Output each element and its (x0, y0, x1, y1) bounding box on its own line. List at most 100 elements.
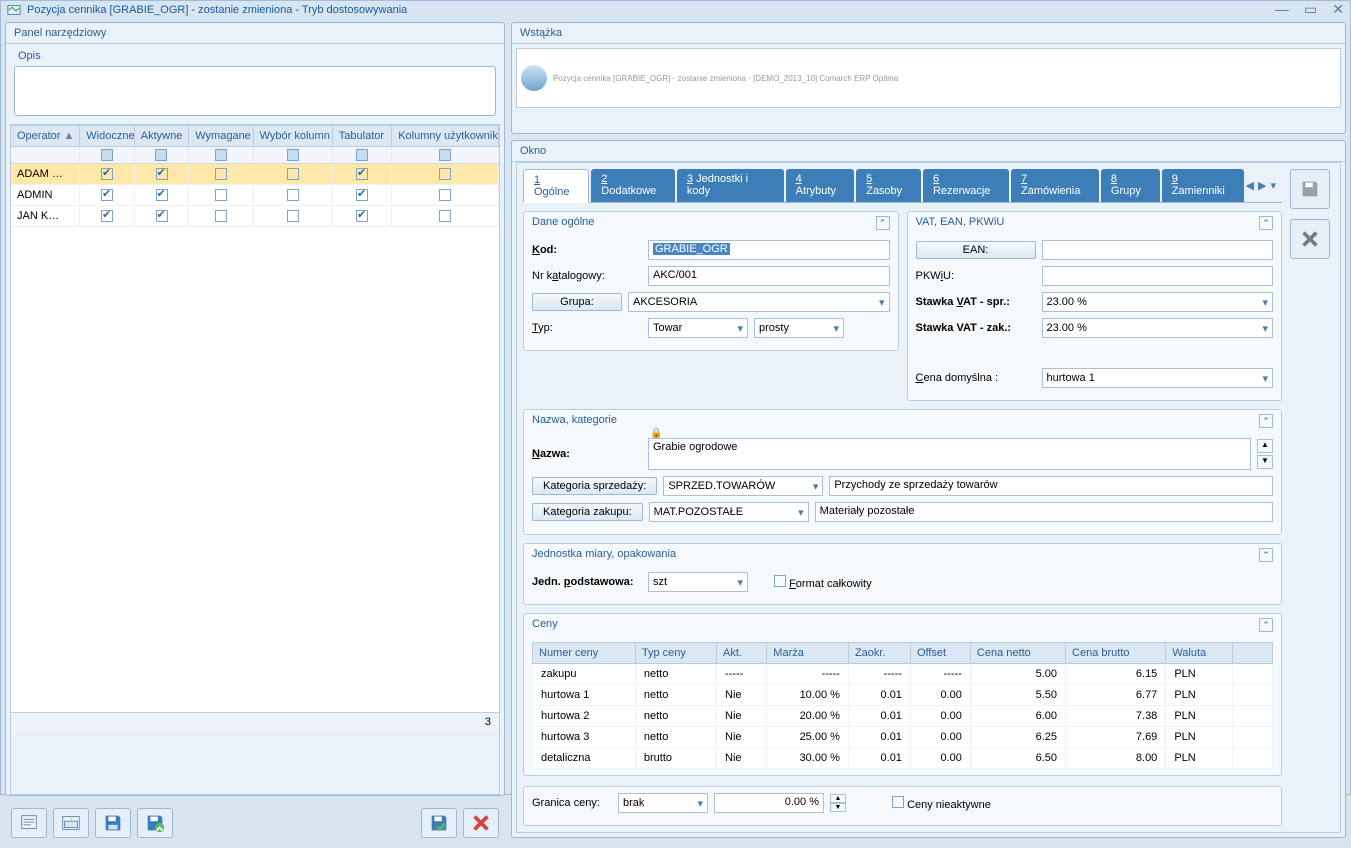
price-row[interactable]: zakupunetto--------------------5.006.15P… (533, 664, 1273, 685)
minimize-button[interactable]: — (1275, 1, 1289, 17)
filter-checkbox[interactable] (287, 149, 299, 161)
prosty-combo[interactable]: prosty (754, 318, 844, 338)
checkbox[interactable] (356, 189, 368, 201)
col-widoczne[interactable]: Widoczne (80, 126, 134, 146)
col-wybor-kolumn[interactable]: Wybór kolumn (254, 126, 333, 146)
tab-2-dodatkowe[interactable]: 2 Dodatkowe (591, 169, 675, 202)
checkbox[interactable] (101, 189, 113, 201)
checkbox[interactable] (215, 189, 227, 201)
close-button[interactable]: ✕ (1332, 1, 1344, 17)
kategoria-sprzedazy-combo[interactable]: SPRZED.TOWARÓW (663, 476, 823, 496)
collapse-icon[interactable]: ⌃ (1259, 548, 1273, 562)
granica-percent[interactable]: 0.00 % (714, 793, 824, 813)
print-button[interactable] (11, 808, 47, 838)
price-col-header[interactable]: Offset (910, 643, 970, 664)
table-row[interactable]: JAN K… (11, 206, 499, 227)
pkwiu-input[interactable] (1042, 266, 1274, 286)
opis-textbox[interactable] (14, 66, 496, 116)
price-row[interactable]: detalicznabruttoNie30.00 %0.010.006.508.… (533, 748, 1273, 769)
jedn-combo[interactable]: szt (648, 572, 748, 592)
kod-input[interactable]: GRABIE_OGR (648, 240, 890, 260)
price-row[interactable]: hurtowa 2nettoNie20.00 %0.010.006.007.38… (533, 706, 1273, 727)
price-row[interactable]: hurtowa 3nettoNie25.00 %0.010.006.257.69… (533, 727, 1273, 748)
vat-zak-combo[interactable]: 23.00 % (1042, 318, 1274, 338)
tab-8-grupy[interactable]: 8 Grupy (1101, 169, 1160, 202)
vat-spr-combo[interactable]: 23.00 % (1042, 292, 1274, 312)
filter-checkbox[interactable] (155, 149, 167, 161)
price-col-header[interactable]: Akt. (717, 643, 767, 664)
tab-9-zamienniki[interactable]: 9 Zamienniki (1162, 169, 1244, 202)
cancel-button[interactable] (463, 808, 499, 838)
collapse-icon[interactable]: ⌃ (876, 216, 890, 230)
price-col-header[interactable]: Marża (767, 643, 849, 664)
checkbox[interactable] (439, 168, 451, 180)
ean-input[interactable] (1042, 240, 1274, 260)
price-col-header[interactable]: Numer ceny (533, 643, 636, 664)
spin-down[interactable]: ▼ (830, 803, 846, 812)
cancel-action-button[interactable] (1290, 219, 1330, 259)
tab-scroll-icon[interactable]: ▶ (1258, 179, 1266, 192)
tab-7-zamówienia[interactable]: 7 Zamówienia (1011, 169, 1099, 202)
grupa-combo[interactable]: AKCESORIA (628, 292, 890, 312)
col-operator[interactable]: Operator ▲ (11, 126, 80, 146)
preview-button[interactable] (53, 808, 89, 838)
collapse-icon[interactable]: ⌃ (1259, 414, 1273, 428)
checkbox[interactable] (287, 168, 299, 180)
table-row[interactable]: ADAM … (11, 164, 499, 185)
checkbox[interactable] (356, 210, 368, 222)
tab-scroll-icon[interactable]: ▾ (1270, 179, 1276, 192)
checkbox[interactable] (156, 168, 168, 180)
price-col-header[interactable]: Cena netto (970, 643, 1065, 664)
col-wymagane[interactable]: Wymagane (189, 126, 253, 146)
tab-6-rezerwacje[interactable]: 6 Rezerwacje (923, 169, 1009, 202)
kategoria-zakupu-combo[interactable]: MAT.POZOSTAŁE (649, 502, 809, 522)
nr-katalogowy-input[interactable]: AKC/001 (648, 266, 890, 286)
nazwa-input[interactable]: Grabie ogrodowe (648, 438, 1251, 470)
kategoria-zakupu-button[interactable]: Kategoria zakupu: (532, 503, 643, 521)
granica-combo[interactable]: brak (618, 793, 708, 813)
filter-checkbox[interactable] (215, 149, 227, 161)
checkbox[interactable] (101, 210, 113, 222)
checkbox[interactable] (439, 189, 451, 201)
price-col-header[interactable]: Zaokr. (848, 643, 910, 664)
cena-domyslna-combo[interactable]: hurtowa 1 (1042, 368, 1274, 388)
price-row[interactable]: hurtowa 1nettoNie10.00 %0.010.005.506.77… (533, 685, 1273, 706)
save-button-2[interactable] (137, 808, 173, 838)
filter-checkbox[interactable] (356, 149, 368, 161)
tab-4-atrybuty[interactable]: 4 Atrybuty (786, 169, 854, 202)
checkbox[interactable] (356, 168, 368, 180)
checkbox[interactable] (439, 210, 451, 222)
checkbox[interactable] (287, 210, 299, 222)
filter-checkbox[interactable] (101, 149, 113, 161)
filter-checkbox[interactable] (439, 149, 451, 161)
col-tabulator[interactable]: Tabulator (333, 126, 392, 146)
format-calkowity-checkbox[interactable] (774, 575, 786, 587)
kategoria-sprzedazy-desc[interactable]: Przychody ze sprzedaży towarów (829, 476, 1273, 496)
checkbox[interactable] (215, 168, 227, 180)
tab-3-jednostki-i-kody[interactable]: 3 Jednostki i kody (677, 169, 784, 202)
tab-1-ogólne[interactable]: 1 Ogólne (523, 169, 589, 203)
spin-down[interactable]: ▼ (1257, 455, 1273, 469)
checkbox[interactable] (287, 189, 299, 201)
save-action-button[interactable] (1290, 169, 1330, 209)
save-button-1[interactable] (95, 808, 131, 838)
spin-up[interactable]: ▲ (1257, 439, 1273, 453)
ceny-nieaktywne-checkbox[interactable] (892, 796, 904, 808)
typ-combo[interactable]: Towar (648, 318, 748, 338)
ok-button[interactable] (421, 808, 457, 838)
grupa-button[interactable]: Grupa: (532, 293, 622, 311)
tab-5-zasoby[interactable]: 5 Zasoby (856, 169, 921, 202)
col-aktywne[interactable]: Aktywne (135, 126, 189, 146)
spin-up[interactable]: ▲ (830, 794, 846, 803)
checkbox[interactable] (215, 210, 227, 222)
checkbox[interactable] (156, 189, 168, 201)
price-col-header[interactable]: Typ ceny (635, 643, 716, 664)
collapse-icon[interactable]: ⌃ (1259, 216, 1273, 230)
checkbox[interactable] (156, 210, 168, 222)
tab-scroll-icon[interactable]: ◀ (1246, 179, 1254, 192)
col-kolumny-uzytkownika[interactable]: Kolumny użytkownika (392, 126, 499, 146)
price-col-header[interactable]: Waluta (1166, 643, 1233, 664)
table-row[interactable]: ADMIN (11, 185, 499, 206)
checkbox[interactable] (101, 168, 113, 180)
kategoria-sprzedazy-button[interactable]: Kategoria sprzedaży: (532, 477, 657, 495)
